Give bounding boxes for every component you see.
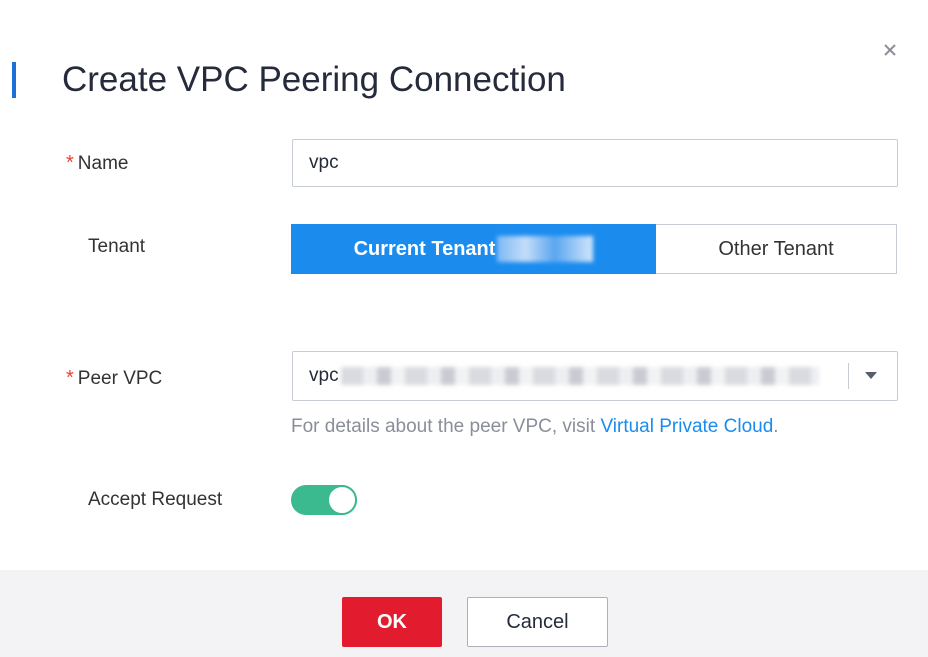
title-accent-bar xyxy=(12,62,16,98)
select-divider xyxy=(848,363,849,389)
accept-request-toggle[interactable] xyxy=(291,485,357,515)
tenant-label: Tenant xyxy=(88,236,146,257)
accept-request-label: Accept Request xyxy=(88,489,223,510)
virtual-private-cloud-link[interactable]: Virtual Private Cloud xyxy=(600,416,773,437)
dialog-title: Create VPC Peering Connection xyxy=(62,60,566,99)
create-vpc-peering-dialog: Create VPC Peering Connection *Name Tena… xyxy=(0,0,928,657)
peer-vpc-label: * Peer VPC xyxy=(66,367,163,389)
tenant-toggle: Current Tenant Other Tenant xyxy=(291,224,897,274)
required-asterisk: * xyxy=(66,367,74,389)
toggle-knob xyxy=(327,485,357,515)
redacted-tenant-name xyxy=(497,236,594,262)
required-asterisk: * xyxy=(66,152,74,174)
name-label: * Name xyxy=(66,152,129,174)
name-field[interactable] xyxy=(292,139,898,187)
peer-vpc-value: vpc xyxy=(293,365,848,387)
name-input[interactable] xyxy=(293,140,897,186)
ok-button[interactable]: OK xyxy=(342,597,442,647)
chevron-down-icon[interactable] xyxy=(863,368,879,384)
redacted-vpc-id xyxy=(340,367,819,385)
current-tenant-option[interactable]: Current Tenant xyxy=(291,224,656,274)
cancel-button[interactable]: Cancel xyxy=(467,597,608,647)
peer-vpc-select[interactable]: vpc xyxy=(292,351,898,401)
other-tenant-option[interactable]: Other Tenant xyxy=(656,224,897,274)
close-icon[interactable] xyxy=(876,36,904,64)
dialog-footer: OK Cancel xyxy=(0,570,928,657)
peer-vpc-hint: For details about the peer VPC, visit Vi… xyxy=(291,416,779,437)
